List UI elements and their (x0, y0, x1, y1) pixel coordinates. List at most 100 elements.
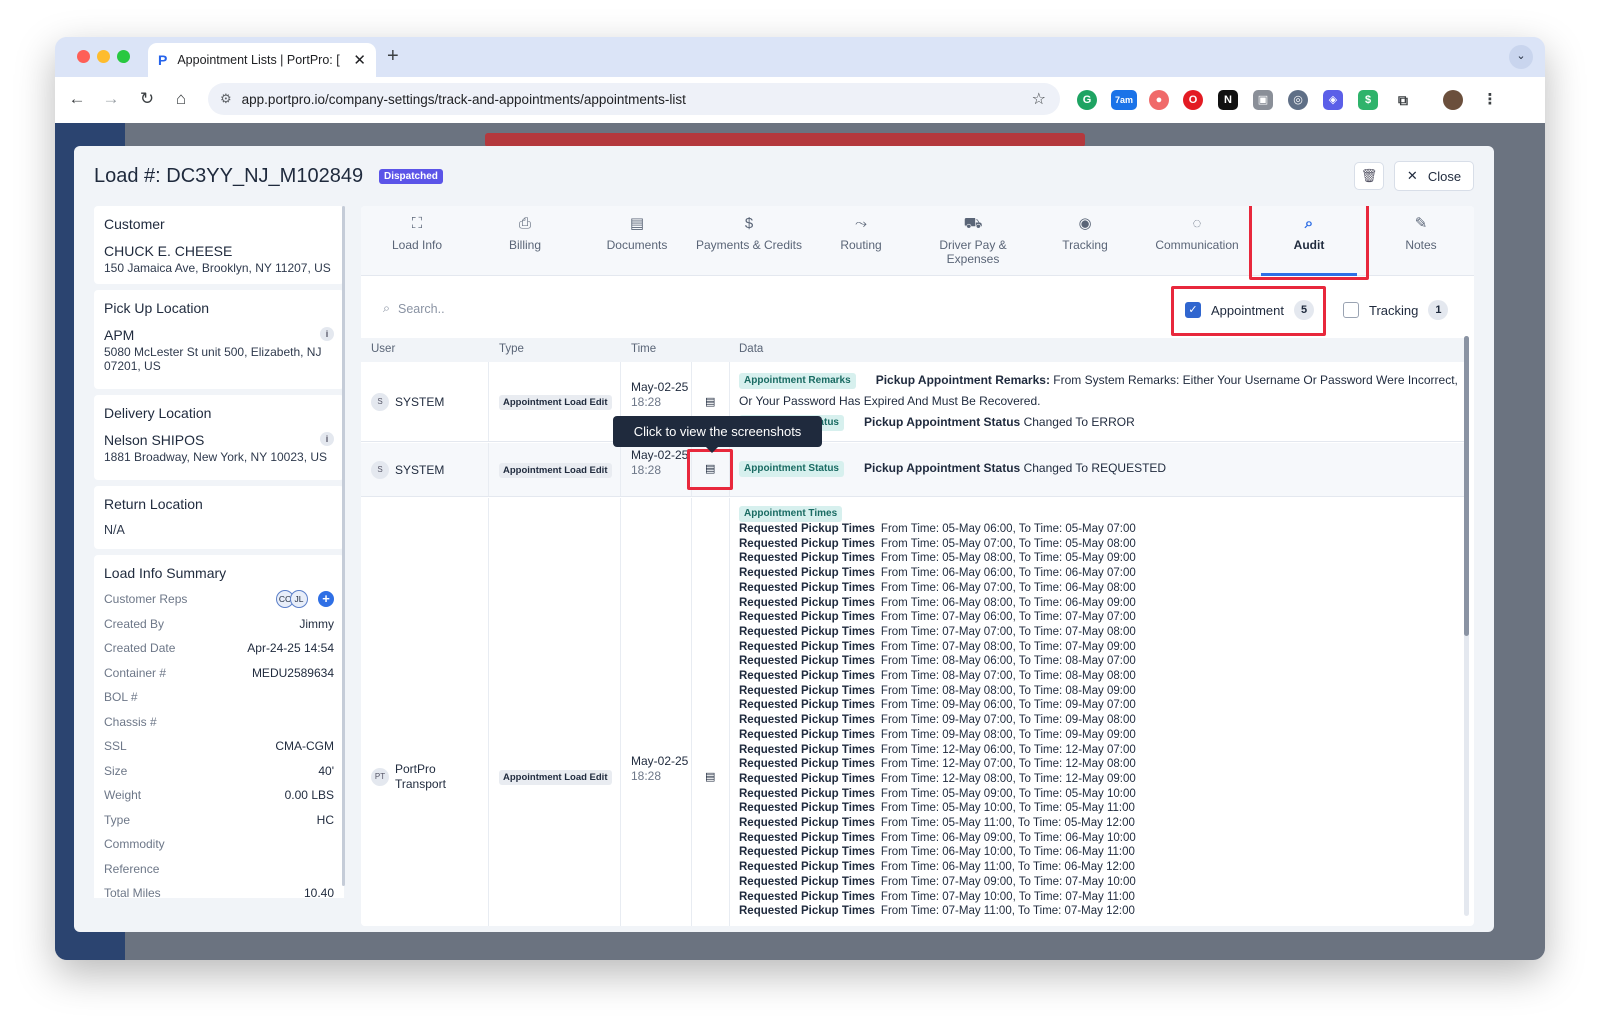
unchecked-box[interactable] (1343, 302, 1359, 318)
row-hour: 18:28 (631, 463, 662, 477)
search-input[interactable]: ⌕ Search.. (383, 301, 445, 316)
row-time: May-02-25 18:28 (631, 448, 691, 478)
type-badge: Appointment Load Edit (499, 395, 612, 410)
row-data: Appointment Status Pickup Appointment Sta… (739, 458, 1459, 479)
route-icon: ⤳ (854, 215, 867, 232)
extensions-puzzle-icon[interactable]: ⧉ (1393, 90, 1413, 110)
tab-driver-pay[interactable]: ⛟ Driver Pay & Expenses (917, 206, 1029, 276)
tab-communication[interactable]: ◌ Communication (1141, 206, 1253, 276)
tab-label: Billing (508, 238, 541, 252)
requested-times-list: Requested Pickup Times From Time: 05-May … (739, 522, 1459, 919)
rep-avatar[interactable]: JL (290, 590, 308, 609)
requested-time-item: Requested Pickup Times From Time: 08-May … (739, 669, 1459, 684)
tab-audit[interactable]: ⌕ Audit (1253, 206, 1365, 276)
times-label: Requested Pickup Times (739, 567, 875, 580)
appointment-filter-checkbox[interactable]: ✓ Appointment 5 (1185, 300, 1314, 320)
requested-time-item: Requested Pickup Times From Time: 05-May … (739, 787, 1459, 802)
summary-key: Size (104, 763, 128, 778)
copy-extension-icon[interactable]: ▣ (1253, 90, 1273, 110)
tab-payments[interactable]: $ Payments & Credits (693, 206, 805, 276)
summary-key: SSL (104, 739, 127, 754)
summary-key: Total Miles (104, 886, 161, 898)
forward-arrow-icon[interactable]: → (99, 89, 123, 109)
requested-time-item: Requested Pickup Times From Time: 07-May … (739, 904, 1459, 919)
times-label: Requested Pickup Times (739, 714, 875, 727)
summary-row: BOL # (104, 685, 334, 710)
tab-tracking[interactable]: ◉ Tracking (1029, 206, 1141, 276)
opera-extension-icon[interactable]: O (1183, 90, 1203, 110)
requested-time-item: Requested Pickup Times From Time: 12-May … (739, 757, 1459, 772)
add-rep-icon[interactable]: + (318, 591, 334, 608)
row-user: PT PortPro Transport (371, 762, 465, 792)
info-icon[interactable]: i (320, 432, 334, 446)
times-label: Requested Pickup Times (739, 552, 875, 565)
time-range: From Time: 06-May 06:00, To Time: 06-May… (880, 567, 1136, 580)
tracking-filter-checkbox[interactable]: Tracking 1 (1343, 300, 1449, 320)
audit-table-header: User Type Time Data (361, 338, 1466, 362)
requested-time-item: Requested Pickup Times From Time: 06-May … (739, 581, 1459, 596)
user-name: SYSTEM (395, 395, 445, 409)
screenshot-document-icon[interactable]: ▤ (705, 395, 715, 408)
screenshot-document-icon[interactable]: ▤ (705, 462, 715, 475)
time-range: From Time: 08-May 06:00, To Time: 08-May… (880, 655, 1136, 668)
close-button[interactable]: ✕ Close (1394, 161, 1474, 191)
requested-time-item: Requested Pickup Times From Time: 06-May … (739, 566, 1459, 581)
checked-icon[interactable]: ✓ (1185, 302, 1201, 318)
times-label: Requested Pickup Times (739, 875, 875, 888)
leaf-extension-icon[interactable]: $ (1358, 90, 1378, 110)
requested-time-item: Requested Pickup Times From Time: 05-May … (739, 537, 1459, 552)
summary-key: Created Date (104, 641, 176, 656)
table-scrollbar[interactable] (1464, 336, 1469, 916)
bookmark-star-icon[interactable]: ☆ (1032, 89, 1046, 109)
time-range: From Time: 06-May 07:00, To Time: 06-May… (880, 581, 1136, 594)
grammarly-extension-icon[interactable]: G (1077, 90, 1097, 110)
tracker-extension-icon[interactable]: ◎ (1288, 90, 1308, 110)
tab-notes[interactable]: ✎ Notes (1365, 206, 1474, 276)
close-window-button[interactable] (77, 50, 90, 63)
time-range: From Time: 07-May 07:00, To Time: 07-May… (880, 625, 1136, 638)
tab-load-info[interactable]: ⛶ Load Info (361, 206, 473, 276)
tab-search-chevron-icon[interactable]: ⌄ (1509, 45, 1533, 69)
audit-filter-bar: ⌕ Search.. ✓ Appointment 5 Tracking 1 (361, 276, 1474, 338)
reload-icon[interactable]: ↻ (135, 89, 159, 109)
delete-button[interactable]: 🗑 (1354, 162, 1384, 190)
screenshot-document-icon[interactable]: ▤ (705, 770, 715, 783)
requested-time-item: Requested Pickup Times From Time: 12-May … (739, 743, 1459, 758)
scan-icon: ⛶ (411, 215, 423, 232)
tab-routing[interactable]: ⤳ Routing (805, 206, 917, 276)
new-tab-icon[interactable]: + (387, 45, 399, 68)
site-settings-icon[interactable]: ⚙ (220, 91, 232, 107)
tab-billing[interactable]: ⎙ Billing (469, 206, 581, 276)
data-text: Changed To REQUESTED (1023, 461, 1167, 475)
back-arrow-icon[interactable]: ← (65, 89, 89, 109)
address-bar[interactable]: ⚙ app.portpro.io/company-settings/track-… (208, 83, 1060, 115)
minimize-window-button[interactable] (97, 50, 110, 63)
assistant-extension-icon[interactable]: ◈ (1323, 90, 1343, 110)
notion-extension-icon[interactable]: N (1218, 90, 1238, 110)
asana-extension-icon[interactable]: ● (1149, 90, 1169, 110)
home-icon[interactable]: ⌂ (169, 89, 193, 109)
maximize-window-button[interactable] (117, 50, 130, 63)
return-card: Return Location N/A (94, 486, 344, 549)
time-range: From Time: 12-May 07:00, To Time: 12-May… (880, 758, 1136, 771)
summary-row: Chassis # (104, 710, 334, 735)
sidebar-scrollbar[interactable] (342, 206, 345, 886)
summary-value: 0.00 LBS (284, 788, 334, 803)
summary-key: Reference (104, 861, 160, 876)
calendar-extension-icon[interactable]: 7am (1111, 90, 1137, 110)
close-tab-icon[interactable]: ✕ (353, 51, 366, 69)
url-text: app.portpro.io/company-settings/track-an… (241, 91, 686, 107)
browser-menu-icon[interactable]: ⋮ (1480, 90, 1500, 110)
requested-time-item: Requested Pickup Times From Time: 07-May … (739, 610, 1459, 625)
tab-label: Notes (1405, 238, 1437, 252)
row-data: Appointment Remarks Pickup Appointment Re… (739, 370, 1459, 433)
table-row: S SYSTEM Appointment Load Edit May-02-25… (361, 443, 1466, 497)
profile-avatar[interactable] (1443, 90, 1463, 110)
browser-tab[interactable]: P Appointment Lists | PortPro: [ ✕ (148, 43, 376, 77)
scrollbar-thumb[interactable] (1464, 336, 1469, 636)
tab-documents[interactable]: ▤ Documents (581, 206, 693, 276)
tracking-filter-label: Tracking (1369, 302, 1419, 318)
notes-icon: ✎ (1414, 215, 1428, 232)
row-date: May-02-25 (631, 754, 689, 768)
info-icon[interactable]: i (320, 327, 334, 341)
